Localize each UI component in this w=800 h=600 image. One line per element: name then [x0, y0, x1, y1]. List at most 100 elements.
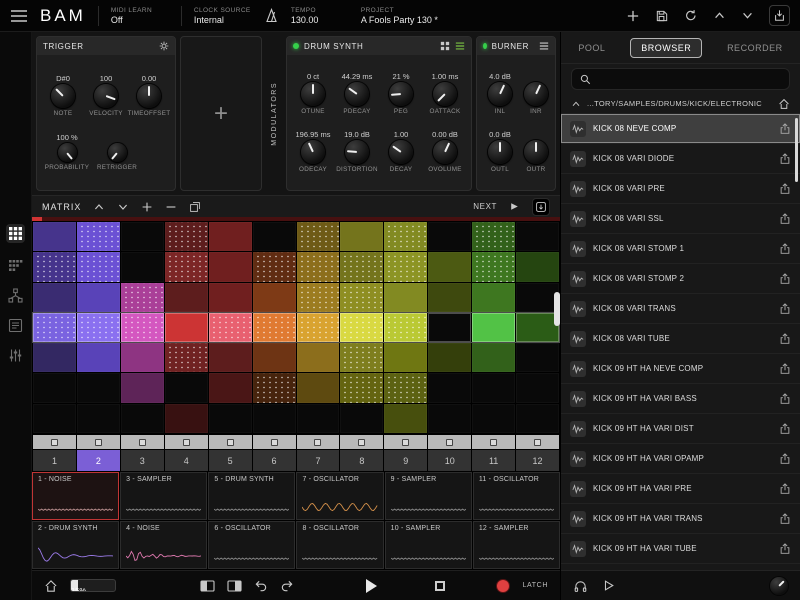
clip-cell[interactable]: [472, 252, 515, 281]
export-icon[interactable]: [779, 273, 791, 285]
export-icon[interactable]: [779, 183, 791, 195]
column-number[interactable]: 2: [77, 450, 120, 471]
clip-cell[interactable]: [472, 373, 515, 402]
clip-cell[interactable]: [253, 313, 296, 342]
nav-matrix-button[interactable]: [6, 224, 25, 243]
knob-pdecay[interactable]: [345, 82, 369, 106]
clip-cell[interactable]: [121, 313, 164, 342]
knob-ovolume[interactable]: [433, 140, 457, 164]
file-row[interactable]: KICK 08 VARI TUBE: [561, 324, 800, 354]
knob-odecay[interactable]: [301, 140, 325, 164]
clip-cell[interactable]: [472, 283, 515, 312]
export-icon[interactable]: [779, 123, 791, 135]
undo-button[interactable]: [254, 579, 268, 593]
clip-cell[interactable]: [297, 404, 340, 433]
clip-cell[interactable]: [33, 313, 76, 342]
clip-cell[interactable]: [209, 373, 252, 402]
clip-cell[interactable]: [428, 252, 471, 281]
column-checkbox[interactable]: [253, 435, 296, 449]
clip-cell[interactable]: [77, 373, 120, 402]
clip-cell[interactable]: [77, 404, 120, 433]
file-row[interactable]: KICK 09 HT HA VARI TUBE: [561, 534, 800, 564]
clip-cell[interactable]: [340, 343, 383, 372]
track-tile[interactable]: 5 - DRUM SYNTH: [208, 472, 295, 520]
clip-cell[interactable]: [384, 404, 427, 433]
tab-pool[interactable]: POOL: [568, 39, 615, 57]
clip-cell[interactable]: [209, 404, 252, 433]
column-checkbox[interactable]: [77, 435, 120, 449]
clip-cell[interactable]: [253, 252, 296, 281]
export-icon[interactable]: [779, 453, 791, 465]
clip-cell[interactable]: [297, 313, 340, 342]
clip-cell[interactable]: [516, 373, 559, 402]
chevron-up-button[interactable]: [713, 9, 726, 22]
clip-cell[interactable]: [516, 343, 559, 372]
column-checkbox[interactable]: [121, 435, 164, 449]
column-number[interactable]: 6: [253, 450, 296, 471]
clip-cell[interactable]: [297, 252, 340, 281]
midi-learn-group[interactable]: MIDI LEARN Off: [111, 7, 169, 25]
knob-timeoffset[interactable]: [137, 84, 161, 108]
menu-icon[interactable]: [539, 41, 549, 51]
scrollbar-thumb[interactable]: [795, 118, 798, 182]
export-icon[interactable]: [779, 333, 791, 345]
export-icon[interactable]: [779, 543, 791, 555]
home-icon[interactable]: [44, 579, 58, 593]
column-number[interactable]: 7: [297, 450, 340, 471]
clip-cell[interactable]: [121, 252, 164, 281]
clip-cell[interactable]: [253, 283, 296, 312]
knob-outl[interactable]: [488, 140, 512, 164]
modulators-divider[interactable]: MODULATORS: [266, 36, 282, 191]
add-scene-button[interactable]: [141, 201, 153, 213]
column-checkbox[interactable]: [516, 435, 559, 449]
clip-cell[interactable]: [428, 373, 471, 402]
duplicate-scene-button[interactable]: [189, 201, 201, 213]
track-tile[interactable]: 10 - SAMPLER: [385, 521, 472, 569]
panel-resize-handle[interactable]: [554, 292, 560, 326]
column-number[interactable]: 8: [340, 450, 383, 471]
export-icon[interactable]: [779, 213, 791, 225]
clip-cell[interactable]: [77, 252, 120, 281]
clip-cell[interactable]: [384, 283, 427, 312]
knob-inl[interactable]: [488, 82, 512, 106]
file-row[interactable]: KICK 08 VARI TRANS: [561, 294, 800, 324]
file-row[interactable]: KICK 09 HT HA VARI DIST: [561, 414, 800, 444]
collapse-up-icon[interactable]: [571, 99, 581, 109]
column-checkbox[interactable]: [297, 435, 340, 449]
clip-cell[interactable]: [297, 373, 340, 402]
clip-cell[interactable]: [33, 373, 76, 402]
track-tile[interactable]: 12 - SAMPLER: [473, 521, 560, 569]
column-checkbox[interactable]: [340, 435, 383, 449]
track-tile[interactable]: 1 - NOISE: [32, 472, 119, 520]
clip-cell[interactable]: [77, 313, 120, 342]
column-checkbox[interactable]: [472, 435, 515, 449]
clip-cell[interactable]: [33, 404, 76, 433]
knob-retrigger[interactable]: [108, 143, 127, 162]
file-row[interactable]: KICK 08 VARI PRE: [561, 174, 800, 204]
column-number[interactable]: 3: [121, 450, 164, 471]
track-tile[interactable]: 9 - SAMPLER: [385, 472, 472, 520]
scene-options-button[interactable]: [532, 198, 550, 216]
knob-otune[interactable]: [301, 82, 325, 106]
nav-mixer-button[interactable]: [8, 348, 23, 363]
file-row[interactable]: KICK 09 HT HA VARI PRE: [561, 474, 800, 504]
knob-probability[interactable]: [58, 143, 77, 162]
headphones-icon[interactable]: [573, 579, 588, 593]
knob-note[interactable]: [51, 84, 75, 108]
export-icon[interactable]: [779, 363, 791, 375]
clip-cell[interactable]: [384, 252, 427, 281]
export-icon[interactable]: [779, 513, 791, 525]
column-number[interactable]: 10: [428, 450, 471, 471]
clip-cell[interactable]: [472, 343, 515, 372]
column-number[interactable]: 11: [472, 450, 515, 471]
export-button[interactable]: [769, 5, 790, 26]
grid-view-icon[interactable]: [440, 41, 450, 51]
column-number[interactable]: 9: [384, 450, 427, 471]
file-row[interactable]: KICK 08 VARI STOMP 2: [561, 264, 800, 294]
clip-cell[interactable]: [516, 222, 559, 251]
clip-cell[interactable]: [472, 222, 515, 251]
clip-cell[interactable]: [121, 222, 164, 251]
clip-cell[interactable]: [340, 222, 383, 251]
clock-source-group[interactable]: CLOCK SOURCE Internal: [194, 7, 252, 25]
clip-cell[interactable]: [297, 222, 340, 251]
